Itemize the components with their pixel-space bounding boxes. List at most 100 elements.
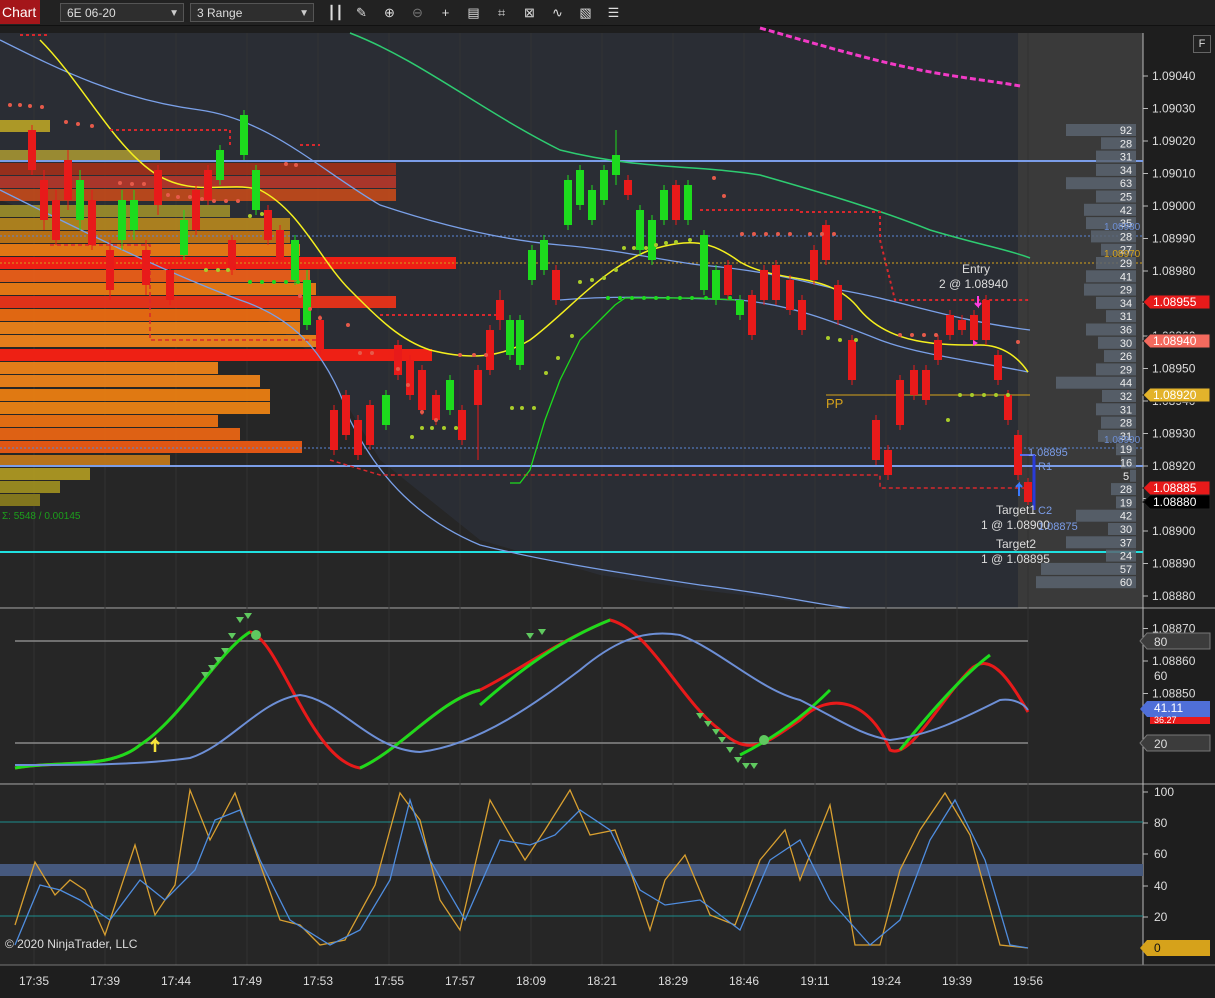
- psar-dot: [442, 426, 446, 430]
- psar-dot: [764, 232, 768, 236]
- candle-body: [516, 320, 524, 365]
- psar-dot: [142, 182, 146, 186]
- psar-dot: [722, 194, 726, 198]
- candle: [28, 125, 36, 175]
- stop-price-label: 1.08895: [1028, 447, 1068, 459]
- target2-order-label[interactable]: Target2: [996, 537, 1036, 551]
- candle: [458, 405, 466, 445]
- candle-body: [228, 240, 236, 270]
- price-tick-label: 1.08920: [1152, 459, 1196, 473]
- candle-body: [648, 220, 656, 260]
- candle-body: [252, 170, 260, 210]
- candle-body: [772, 265, 780, 300]
- candle-body: [316, 320, 324, 350]
- price-tick-label: 1.08890: [1152, 557, 1196, 571]
- psar-dot: [776, 232, 780, 236]
- candle-body: [106, 250, 114, 290]
- psar-dot: [294, 163, 298, 167]
- oscillator1-panel-bg: [0, 609, 1143, 784]
- psar-dot: [606, 296, 610, 300]
- entry-order-label[interactable]: Entry: [962, 262, 990, 276]
- volume-profile-bar: [0, 176, 396, 188]
- psar-dot: [248, 214, 252, 218]
- entry-order-detail[interactable]: 2 @ 1.08940: [939, 277, 1008, 291]
- price-tick-label: 1.08860: [1152, 654, 1196, 668]
- psar-dot: [454, 426, 458, 430]
- candle: [252, 165, 260, 215]
- candle: [772, 260, 780, 305]
- psar-dot: [958, 393, 962, 397]
- candle: [166, 265, 174, 305]
- candle: [264, 205, 272, 245]
- candle: [516, 315, 524, 370]
- target2-order-detail[interactable]: 1 @ 1.08895: [981, 552, 1050, 566]
- psar-dot: [420, 410, 424, 414]
- volume-ladder-value: 28: [1120, 231, 1132, 243]
- candle-body: [786, 280, 794, 310]
- price-tick-label: 1.08950: [1152, 362, 1196, 376]
- psar-dot: [272, 280, 276, 284]
- candle: [660, 185, 668, 225]
- price-tick-label: 1.08980: [1152, 264, 1196, 278]
- psar-dot: [236, 199, 240, 203]
- candle: [822, 220, 830, 265]
- psar-dot: [90, 124, 94, 128]
- time-tick-label: 17:35: [19, 974, 49, 988]
- target1-order-label[interactable]: Target1: [996, 503, 1036, 517]
- psar-dot: [910, 333, 914, 337]
- psar-dot: [510, 406, 514, 410]
- chart-canvas[interactable]: 9228313463254235282729412934313630262944…: [0, 0, 1215, 998]
- psar-dot: [556, 356, 560, 360]
- volume-ladder-value: 19: [1120, 444, 1132, 456]
- volume-ladder-value: 41: [1120, 271, 1132, 283]
- candle: [354, 415, 362, 460]
- candle: [700, 230, 708, 295]
- candle-body: [748, 295, 756, 335]
- osc2-tick-label: 40: [1154, 879, 1168, 893]
- time-tick-label: 17:55: [374, 974, 404, 988]
- candle: [486, 325, 494, 375]
- osc2-value-label: 0: [1154, 941, 1161, 955]
- psar-dot: [832, 232, 836, 236]
- volume-profile-summary: Σ: 5548 / 0.00145: [2, 511, 81, 522]
- candle-body: [418, 370, 426, 410]
- candle-body: [810, 250, 818, 280]
- psar-dot: [520, 406, 524, 410]
- volume-profile-bar: [0, 231, 290, 243]
- psar-dot: [130, 182, 134, 186]
- oscillator2-axis: 100 80 60 40 20 0: [1140, 785, 1210, 956]
- candle: [418, 365, 426, 415]
- volume-profile-bar: [0, 441, 302, 453]
- psar-dot: [298, 294, 302, 298]
- price-tick-label: 1.09010: [1152, 167, 1196, 181]
- psar-dot: [934, 333, 938, 337]
- candle-body: [712, 270, 720, 300]
- candle-body: [382, 395, 390, 425]
- psar-dot: [752, 232, 756, 236]
- volume-ladder-value: 57: [1120, 564, 1132, 576]
- psar-dot: [358, 351, 362, 355]
- psar-dot: [590, 278, 594, 282]
- psar-dot: [970, 393, 974, 397]
- volume-ladder-value: 34: [1120, 298, 1132, 310]
- volume-ladder-value: 16: [1120, 458, 1132, 470]
- volume-profile-bar: [0, 415, 218, 427]
- candle-body: [822, 225, 830, 260]
- price-marker-label: 1.08920: [1153, 388, 1197, 402]
- price-marker-label: 1.08880: [1153, 495, 1197, 509]
- volume-ladder-value: 31: [1120, 152, 1132, 164]
- candle: [872, 415, 880, 465]
- time-tick-label: 19:56: [1013, 974, 1043, 988]
- candle-body: [934, 340, 942, 360]
- fullscreen-button[interactable]: F: [1193, 35, 1211, 53]
- psar-dot: [632, 246, 636, 250]
- time-tick-label: 17:44: [161, 974, 191, 988]
- psar-dot: [226, 268, 230, 272]
- candle-body: [834, 285, 842, 320]
- candle-body: [40, 180, 48, 220]
- candle-body: [946, 315, 954, 335]
- candle: [994, 350, 1002, 385]
- candle-body: [736, 300, 744, 315]
- candle: [1024, 478, 1032, 505]
- psar-dot: [64, 120, 68, 124]
